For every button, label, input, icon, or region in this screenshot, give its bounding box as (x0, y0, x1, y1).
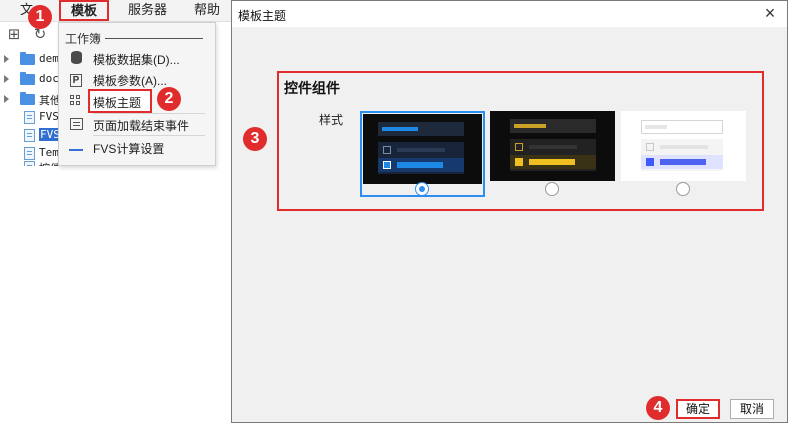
menu-help[interactable]: 帮助 (194, 0, 220, 20)
menu-item-template-theme[interactable]: 模板主题 (59, 90, 215, 112)
tree-item[interactable]: doc (0, 70, 60, 90)
template-file-icon (24, 161, 35, 166)
event-icon (68, 116, 84, 132)
menu-item-fvs-calc-settings[interactable]: FVS计算设置 (59, 136, 215, 158)
tree-item-label: FVS (39, 110, 59, 123)
folder-icon (20, 52, 35, 65)
database-icon (68, 50, 84, 66)
menu-group-label: 工作簿 (65, 32, 102, 46)
style-label: 样式 (319, 113, 344, 127)
style-option-dark-gold[interactable] (490, 111, 615, 197)
toolbar: ⊞ ↻ (0, 24, 60, 46)
dialog-titlebar: 模板主题 × (232, 1, 787, 27)
menu-item-label: 模板参数(A)... (93, 74, 167, 88)
dialog-title: 模板主题 (238, 9, 287, 23)
style-preview-light (621, 111, 746, 181)
section-title: 控件组件 (284, 80, 340, 96)
style-radio-dark-blue[interactable] (415, 182, 429, 196)
template-file-icon (24, 129, 35, 142)
step-badge-1: 1 (28, 5, 52, 29)
screen: 文 模板 服务器 帮助 ⊞ ↻ dem doc 其他 FVS FVS Tem 工… (0, 0, 788, 423)
menu-item-label: FVS计算设置 (93, 142, 165, 156)
tree-item[interactable]: FVS (0, 108, 60, 128)
expand-arrow-icon[interactable] (4, 75, 9, 83)
style-preview-dark-blue (363, 114, 482, 184)
menu-template[interactable]: 模板 (59, 0, 109, 21)
tree-item-label: 控件 (39, 160, 60, 166)
style-option-dark-blue[interactable] (360, 111, 485, 197)
new-folder-icon[interactable]: ⊞ (6, 27, 22, 43)
step-badge-2: 2 (157, 87, 181, 111)
template-theme-dialog: 模板主题 × 控件组件 样式 确定 取消 (231, 0, 788, 423)
folder-icon (20, 92, 35, 105)
menu-item-label: 模板主题 (93, 96, 142, 110)
cancel-button[interactable]: 取消 (730, 399, 774, 419)
close-icon[interactable]: × (761, 4, 779, 22)
menu-item-label: 模板数据集(D)... (93, 53, 180, 67)
style-radio-light[interactable] (676, 182, 690, 196)
widget-component-section: 控件组件 样式 (277, 71, 764, 211)
expand-arrow-icon[interactable] (4, 55, 9, 63)
folder-icon (20, 72, 35, 85)
tree-item-label: FVS (39, 128, 60, 141)
tree-item-label: dem (39, 52, 59, 65)
tree-item[interactable]: dem (0, 50, 60, 70)
theme-grid-icon (68, 93, 84, 109)
menu-item-page-load-event[interactable]: 页面加载结束事件 (59, 113, 215, 135)
tree-item-selected[interactable]: FVS (0, 126, 60, 146)
tree-item-label: 其他 (39, 94, 60, 107)
expand-arrow-icon[interactable] (4, 95, 9, 103)
step-badge-3: 3 (243, 127, 267, 151)
menu-group-divider (105, 38, 203, 39)
menu-item-template-dataset[interactable]: 模板数据集(D)... (59, 47, 215, 69)
style-preview-dark-gold (490, 111, 615, 181)
line-icon (68, 139, 84, 155)
ok-button[interactable]: 确定 (676, 399, 720, 419)
menu-item-label: 页面加载结束事件 (93, 119, 190, 133)
parameter-icon: P (68, 71, 84, 87)
tree-item-label: doc (39, 72, 59, 85)
step-badge-4: 4 (646, 396, 670, 420)
menu-item-template-parameter[interactable]: P 模板参数(A)... (59, 68, 215, 90)
tree-item[interactable]: 其他 (0, 90, 60, 110)
file-tree: dem doc 其他 FVS FVS Tem 控件 (0, 46, 60, 166)
template-menu-dropdown: 工作簿 模板数据集(D)... P 模板参数(A)... 模板主题 页面加载结束… (58, 22, 216, 166)
tree-item[interactable]: 控件 (0, 158, 60, 166)
style-option-light[interactable] (621, 111, 746, 197)
refresh-icon[interactable]: ↻ (32, 27, 48, 43)
style-radio-dark-gold[interactable] (545, 182, 559, 196)
menu-server[interactable]: 服务器 (128, 0, 167, 20)
template-file-icon (24, 111, 35, 124)
